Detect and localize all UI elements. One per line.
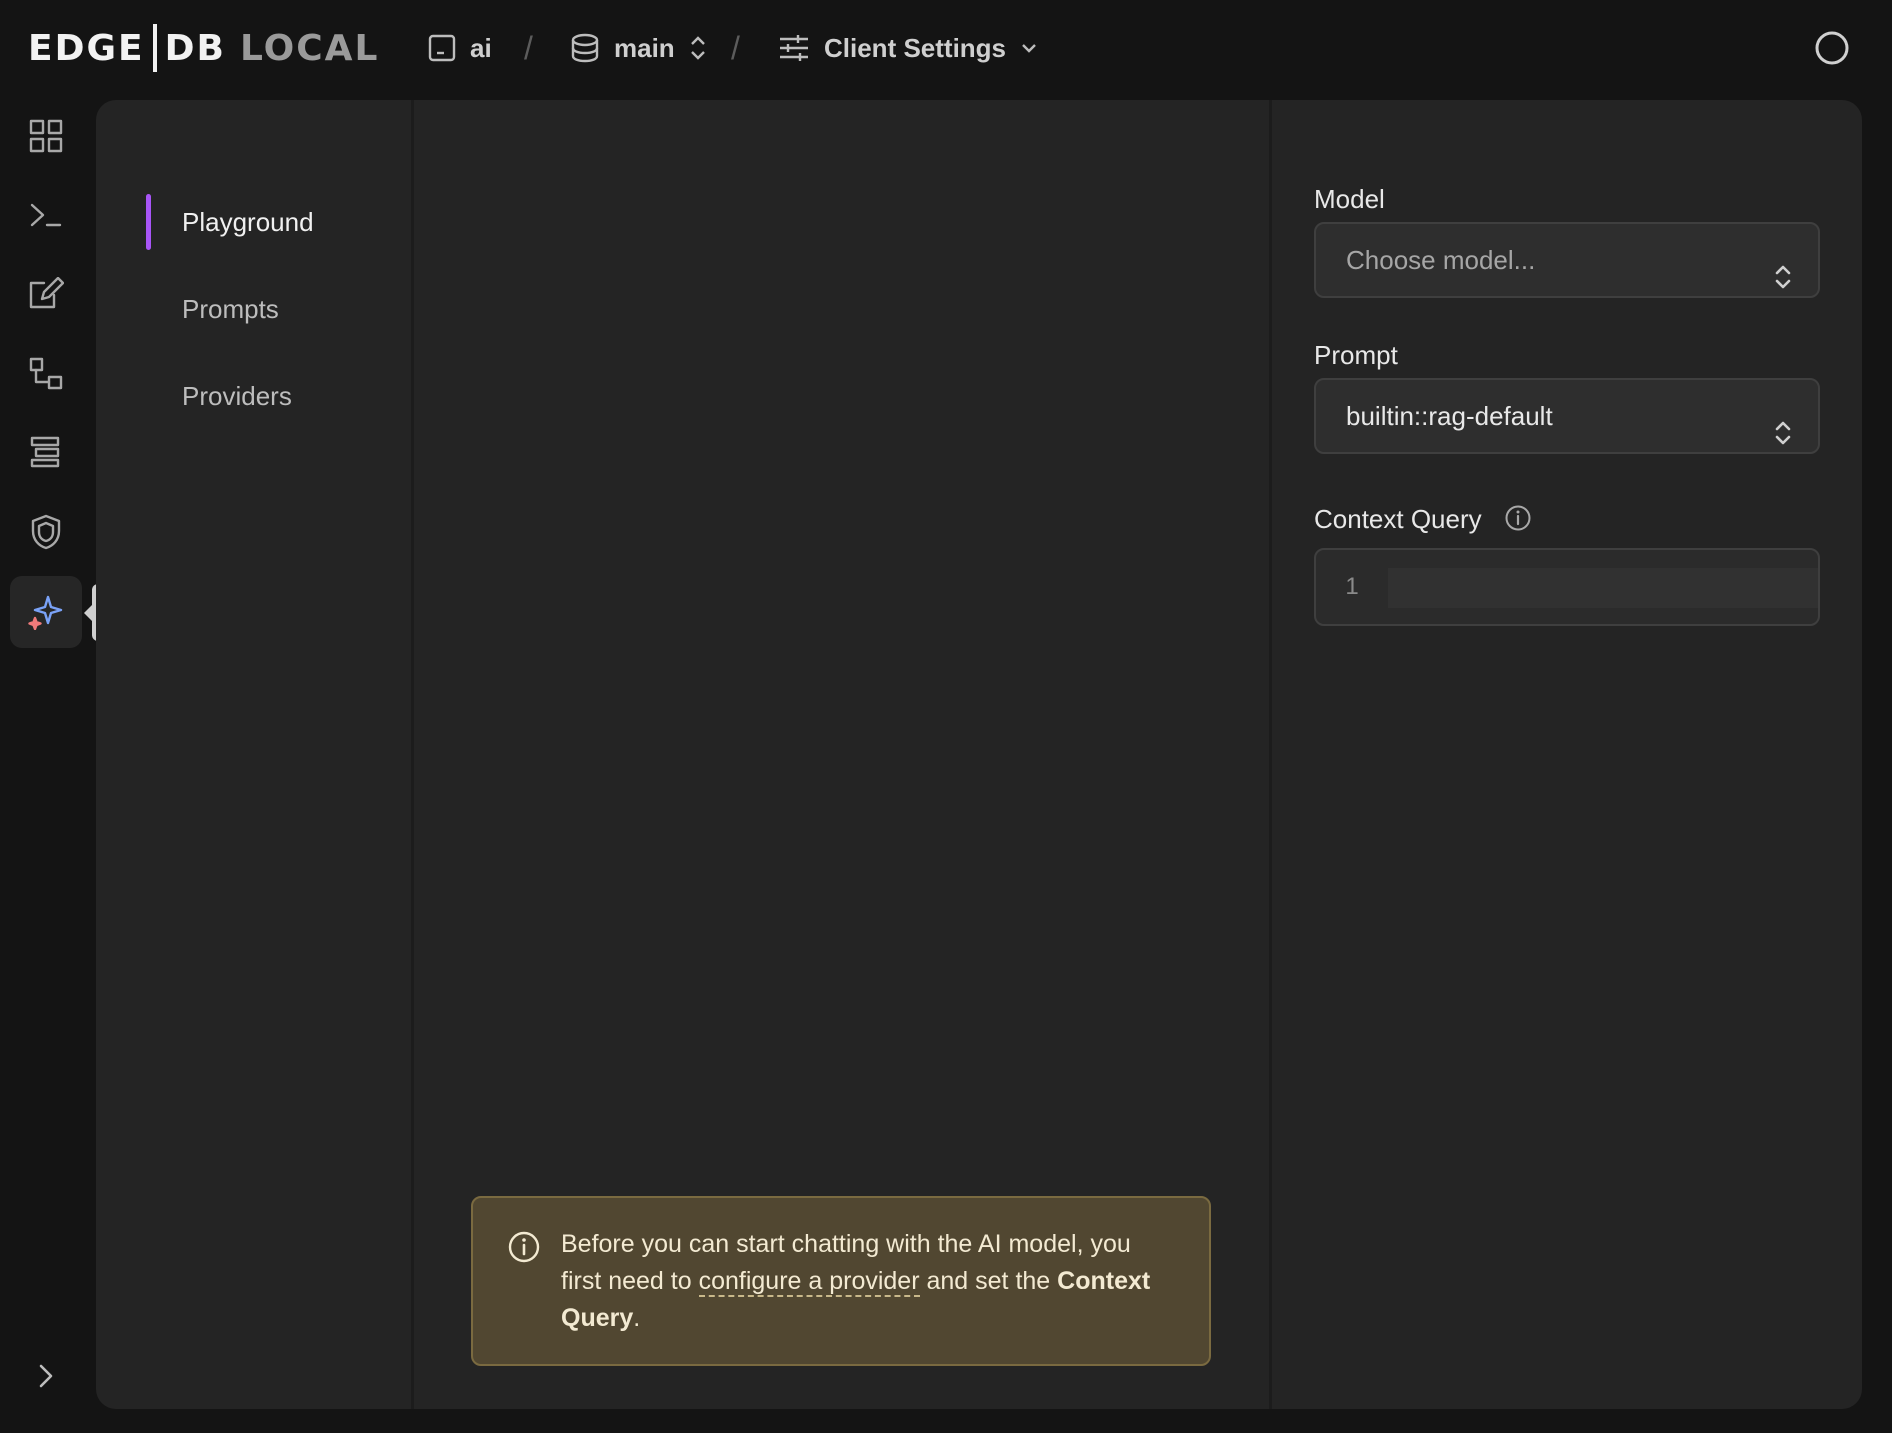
breadcrumb-separator: /	[731, 30, 740, 66]
edit-icon	[29, 277, 64, 309]
select-chevron-icon	[1774, 246, 1792, 318]
subnav-item-prompts[interactable]: Prompts	[182, 289, 279, 329]
active-indicator	[146, 194, 151, 250]
dashboard-icon	[29, 119, 63, 153]
active-line	[1388, 568, 1818, 608]
chevron-right-icon	[39, 1364, 53, 1388]
settings-panel: Model Choose model... Prompt builtin::ra…	[1269, 100, 1862, 1409]
context-query-label: Context Query	[1314, 504, 1482, 534]
breadcrumb-instance-label: ai	[470, 32, 492, 63]
model-select[interactable]: Choose model...	[1314, 222, 1820, 298]
logo-local: LOCAL	[239, 27, 380, 69]
ai-subnav: Playground Prompts Providers	[96, 100, 414, 1409]
updown-chevron-icon	[690, 36, 705, 60]
half-moon-icon	[1815, 31, 1849, 65]
chat-area: Before you can start chatting with the A…	[417, 100, 1269, 1409]
logo-db: DB	[164, 27, 226, 69]
subnav-item-providers[interactable]: Providers	[182, 376, 292, 416]
main-panel: Playground Prompts Providers Before you …	[96, 100, 1862, 1409]
edgedb-logo[interactable]: EDGE DB LOCAL	[28, 24, 379, 72]
model-label: Model	[1314, 184, 1385, 214]
logo-divider	[152, 24, 157, 72]
chevron-down-icon	[1022, 44, 1036, 53]
database-icon	[571, 33, 599, 63]
data-table-icon	[30, 436, 60, 468]
logo-edge: EDGE	[28, 27, 145, 69]
client-settings-dropdown[interactable]: Client Settings	[778, 24, 1038, 72]
nav-repl[interactable]	[10, 180, 82, 252]
nav-dashboard[interactable]	[10, 100, 82, 172]
instance-icon	[428, 34, 456, 62]
client-settings-label: Client Settings	[824, 32, 1007, 63]
breadcrumb-branch-label: main	[614, 32, 675, 63]
terminal-icon	[30, 203, 62, 227]
configure-provider-link[interactable]: configure a provider	[698, 1267, 920, 1297]
prompt-label: Prompt	[1314, 340, 1398, 370]
expand-sidebar-button[interactable]	[28, 1358, 64, 1394]
schema-icon	[29, 357, 63, 390]
nav-auth[interactable]	[10, 496, 82, 568]
theme-toggle-button[interactable]	[1814, 30, 1850, 66]
notice-text: and set the	[919, 1267, 1058, 1295]
prompt-select-value: builtin::rag-default	[1346, 401, 1553, 431]
nav-editor[interactable]	[10, 258, 82, 330]
prompt-select[interactable]: builtin::rag-default	[1314, 378, 1820, 454]
model-select-value: Choose model...	[1346, 245, 1536, 275]
subnav-item-playground[interactable]: Playground	[182, 202, 314, 242]
breadcrumb-separator: /	[524, 30, 533, 66]
breadcrumb-instance[interactable]: ai	[428, 24, 492, 72]
ai-sparkle-icon	[28, 595, 63, 630]
shield-icon	[31, 514, 61, 550]
nav-schema[interactable]	[10, 338, 82, 410]
nav-data[interactable]	[10, 416, 82, 488]
line-number: 1	[1345, 573, 1359, 600]
nav-ai[interactable]	[10, 576, 82, 648]
context-query-editor[interactable]: 1	[1314, 548, 1820, 626]
select-chevron-icon	[1774, 402, 1792, 474]
sliders-icon	[780, 35, 808, 61]
notice-text: .	[633, 1304, 641, 1332]
breadcrumb-branch[interactable]: main	[570, 24, 707, 72]
provider-notice: Before you can start chatting with the A…	[471, 1196, 1211, 1366]
top-bar: EDGE DB LOCAL ai / main / Client Setting…	[0, 0, 1892, 96]
context-query-info-icon[interactable]	[1504, 504, 1532, 532]
info-icon	[508, 1231, 540, 1263]
